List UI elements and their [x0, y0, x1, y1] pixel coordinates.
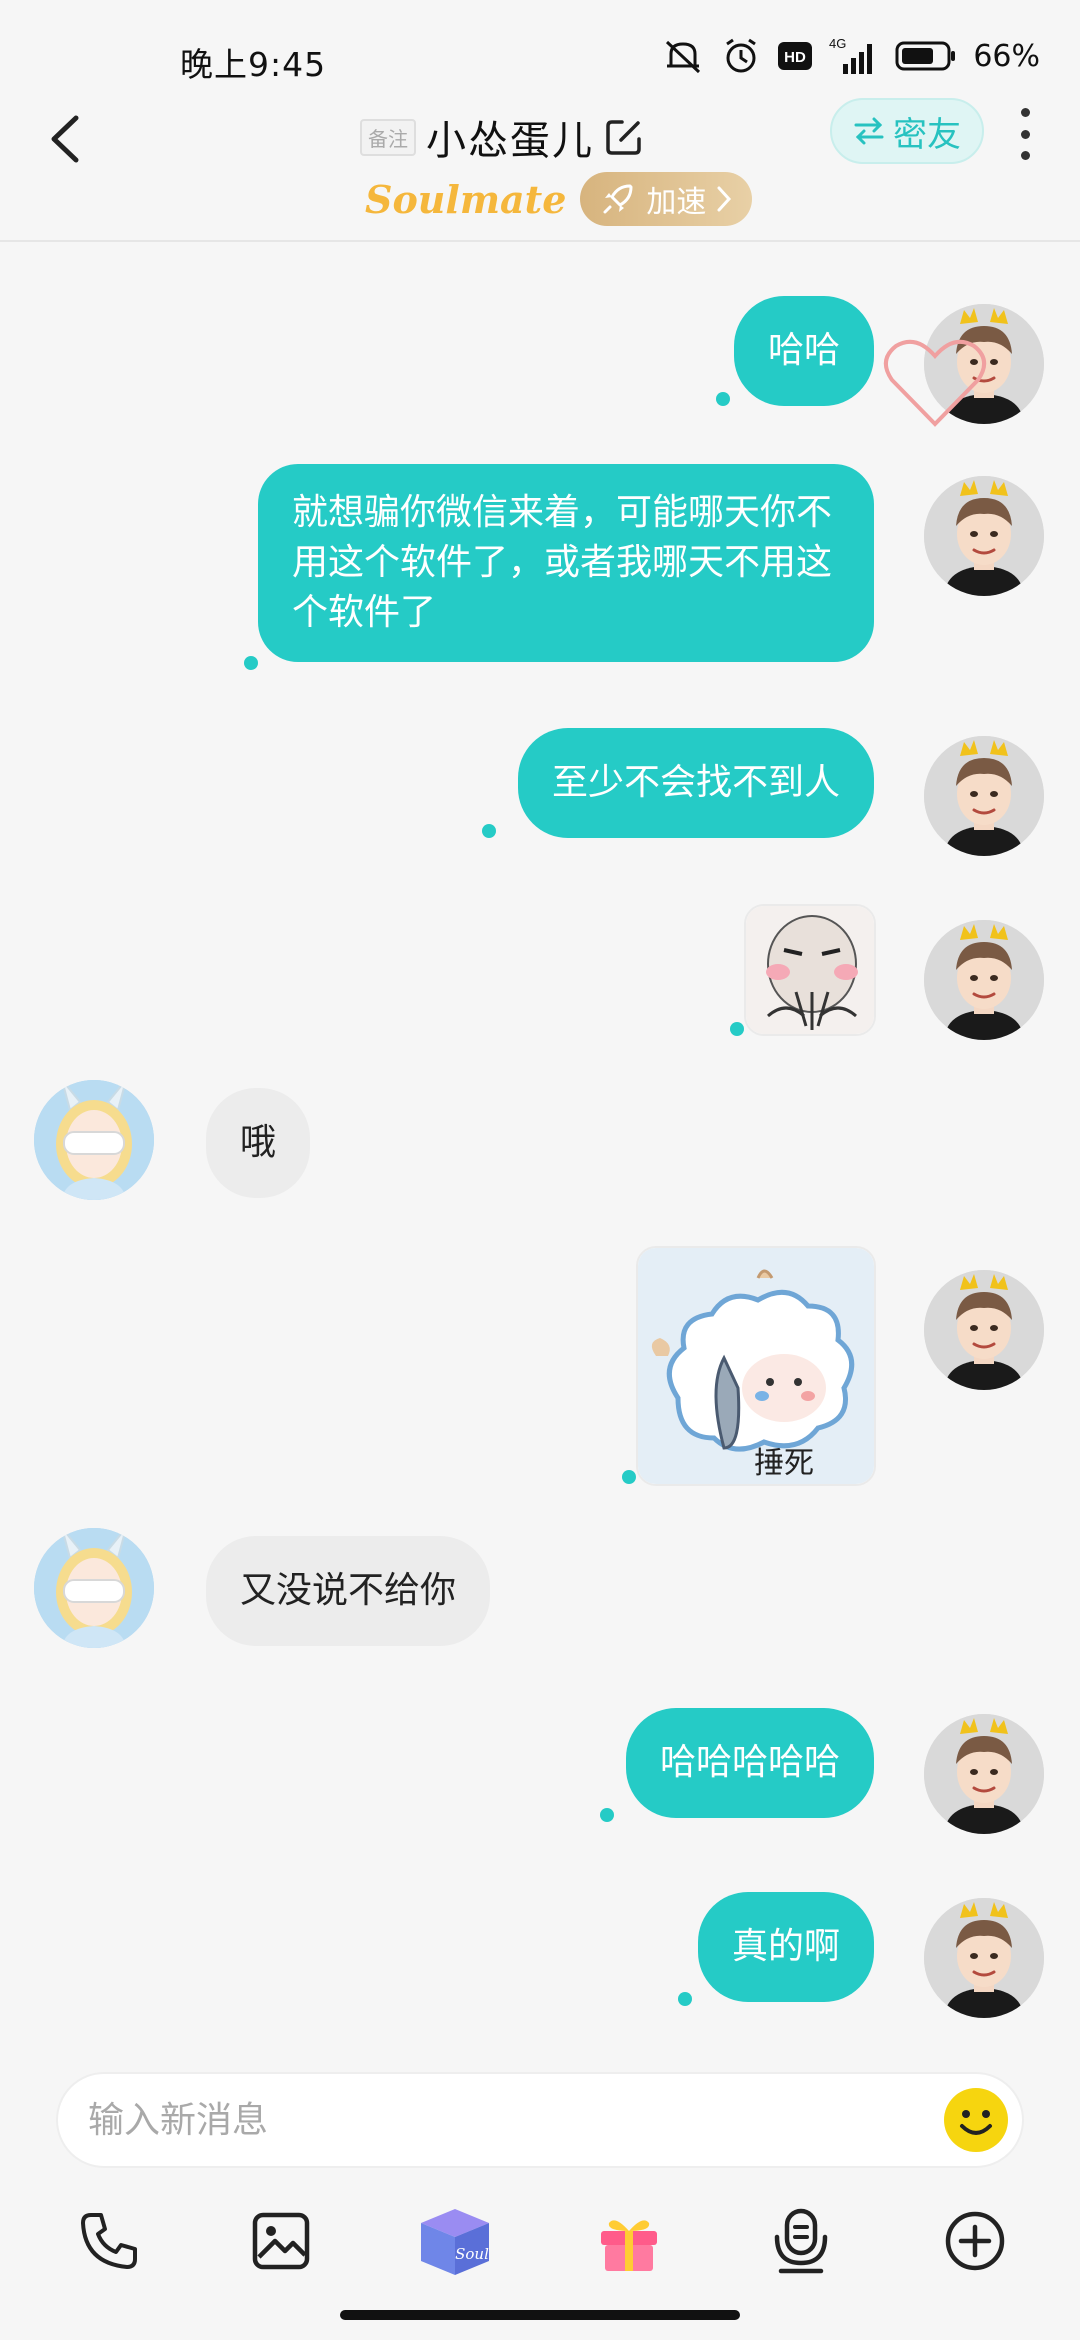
svg-text:HD: HD	[784, 49, 806, 66]
more-menu-button[interactable]	[1010, 104, 1040, 164]
speed-up-button[interactable]: 加速	[580, 172, 753, 226]
message-bubble[interactable]: 哈哈哈哈哈	[625, 1708, 874, 1818]
chevron-right-icon	[717, 186, 732, 212]
voice-icon	[774, 2208, 828, 2274]
my-avatar[interactable]	[924, 920, 1044, 1040]
message-bubble[interactable]: 真的啊	[697, 1892, 874, 2002]
my-avatar[interactable]	[924, 1270, 1044, 1390]
message-bubble[interactable]: 至少不会找不到人	[517, 728, 874, 838]
battery-percent: 66%	[973, 38, 1040, 74]
my-avatar[interactable]	[924, 736, 1044, 856]
mute-icon	[666, 40, 701, 74]
status-icons: HD 4G 66%	[661, 36, 1040, 76]
more-dot-icon	[1020, 108, 1030, 117]
heart-icon	[884, 339, 986, 427]
message-bubble[interactable]: 哦	[206, 1088, 311, 1198]
call-button[interactable]	[64, 2196, 154, 2286]
emoji-button[interactable]	[938, 2082, 1014, 2158]
read-dot-icon	[482, 824, 496, 838]
peer-avatar[interactable]	[34, 1080, 154, 1200]
page-title: 小怂蛋儿	[426, 118, 594, 164]
bottom-toolbar: Soul	[0, 2190, 1080, 2300]
status-time: 晚上9:45	[180, 45, 327, 84]
alarm-icon	[726, 38, 757, 73]
close-friend-label: 密友	[893, 114, 961, 155]
chevron-left-icon	[51, 115, 79, 163]
message-bubble[interactable]: 又没说不给你	[206, 1536, 491, 1646]
speed-up-label: 加速	[646, 185, 707, 220]
my-avatar[interactable]	[924, 476, 1044, 596]
hd-icon: HD	[778, 42, 813, 70]
svg-text:Soul: Soul	[455, 2245, 489, 2263]
soul-box-icon: Soul	[421, 2209, 489, 2275]
voice-button[interactable]	[756, 2196, 846, 2286]
phone-icon	[81, 2213, 137, 2269]
more-dot-icon	[1020, 151, 1030, 160]
close-friend-button[interactable]: 密友	[830, 98, 984, 164]
soulmate-logo[interactable]: Soulmate	[365, 177, 566, 222]
read-dot-icon	[678, 1992, 692, 2006]
svg-text:4G: 4G	[829, 36, 846, 51]
peer-avatar[interactable]	[34, 1528, 154, 1648]
rocket-icon	[603, 184, 633, 214]
album-button[interactable]	[236, 2196, 326, 2286]
remark-tag[interactable]: 备注	[360, 118, 416, 156]
more-tools-button[interactable]	[930, 2196, 1020, 2286]
meme-face-sticker	[746, 906, 874, 1034]
my-avatar[interactable]	[924, 1898, 1044, 2018]
image-icon	[252, 2212, 310, 2270]
read-dot-icon	[600, 1808, 614, 1822]
emoji-icon	[944, 2088, 1008, 2152]
read-dot-icon	[730, 1022, 744, 1036]
status-bar: 晚上9:45 HD 4G 66%	[0, 0, 1080, 90]
sticker-message[interactable]	[744, 904, 876, 1036]
message-bubble[interactable]: 就想骗你微信来着，可能哪天你不用这个软件了，或者我哪天不用这个软件了	[258, 464, 874, 662]
my-avatar[interactable]	[924, 1714, 1044, 1834]
message-bubble[interactable]: 哈哈	[733, 296, 874, 406]
title-row: 备注 小怂蛋儿	[360, 102, 644, 172]
home-indicator[interactable]	[340, 2310, 740, 2320]
message-input-bar	[56, 2072, 1024, 2168]
read-dot-icon	[716, 392, 730, 406]
more-dot-icon	[1020, 129, 1030, 139]
sticker-message[interactable]: 捶死	[636, 1246, 876, 1486]
soul-box-button[interactable]: Soul	[410, 2196, 500, 2286]
signal-icon: 4G	[829, 36, 873, 74]
gift-icon	[601, 2220, 657, 2271]
battery-icon	[895, 41, 956, 71]
read-dot-icon	[622, 1470, 636, 1484]
back-button[interactable]	[40, 104, 90, 174]
read-dot-icon	[244, 656, 258, 670]
plus-icon	[945, 2211, 1005, 2271]
message-input[interactable]	[88, 2074, 908, 2166]
message-list[interactable]: 哈哈 就想骗你微信来着，可能哪天你不用这个软件了，或者我哪天不用这个软件了 至少…	[0, 244, 1080, 2064]
gift-button[interactable]	[584, 2196, 674, 2286]
swap-icon	[854, 117, 884, 145]
chat-header: 备注 小怂蛋儿 密友 Soulmate 加速	[0, 90, 1080, 242]
soulmate-row: Soulmate 加速	[365, 170, 753, 228]
sticker-caption: 捶死	[754, 1446, 814, 1481]
edit-icon[interactable]	[604, 117, 644, 157]
